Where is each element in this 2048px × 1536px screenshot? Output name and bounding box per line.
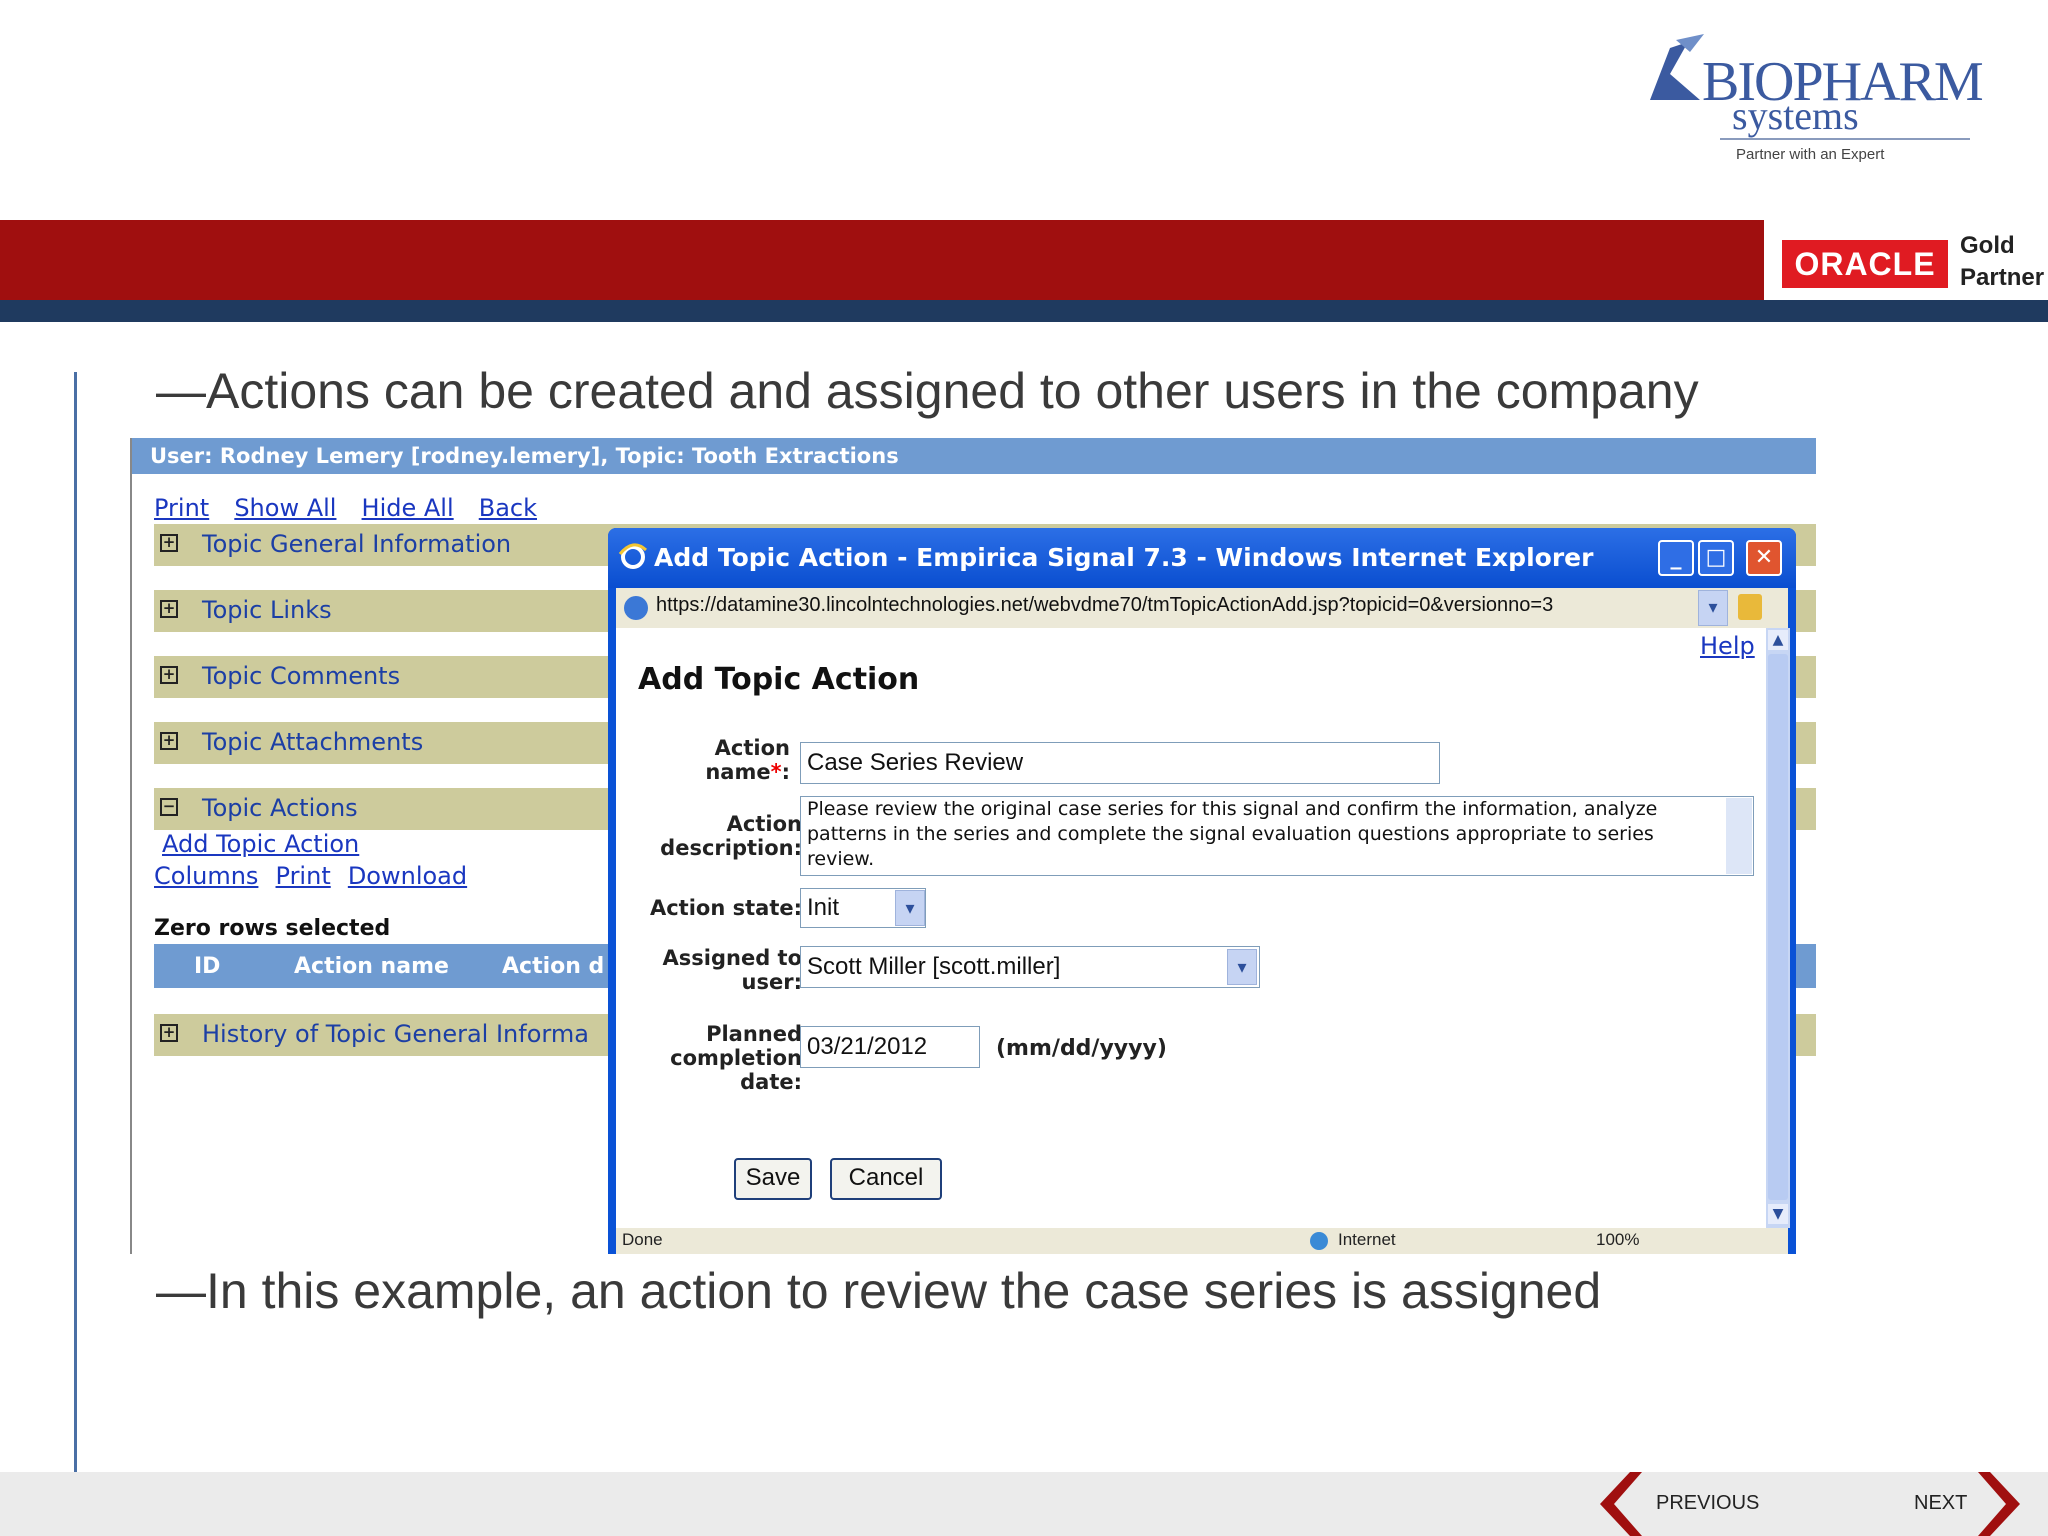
close-button[interactable]: ✕: [1746, 540, 1782, 576]
plus-box-icon[interactable]: +: [160, 1024, 178, 1042]
ie-popup-window: Add Topic Action - Empirica Signal 7.3 -…: [608, 528, 1796, 1254]
dialog-vertical-scrollbar[interactable]: ▲ ▼: [1766, 628, 1790, 1228]
minimize-button[interactable]: _: [1658, 540, 1694, 576]
section-label: Topic Comments: [202, 662, 401, 690]
next-button[interactable]: NEXT: [1914, 1492, 1967, 1515]
show-all-link[interactable]: Show All: [234, 494, 336, 522]
url-text[interactable]: https://datamine30.lincolntechnologies.n…: [656, 594, 1553, 617]
add-topic-action-link[interactable]: Add Topic Action: [162, 830, 359, 858]
chevron-down-icon[interactable]: ▾: [895, 890, 925, 926]
save-button[interactable]: Save: [734, 1158, 812, 1200]
planned-date-input[interactable]: 03/21/2012: [800, 1026, 980, 1068]
description-scrollbar[interactable]: [1726, 798, 1752, 874]
ie-status-bar: Done Internet 100%: [616, 1228, 1788, 1254]
description-label-line1: Action: [726, 812, 802, 836]
slide-bullet-1: —Actions can be created and assigned to …: [156, 363, 1699, 419]
plus-box-icon[interactable]: +: [160, 732, 178, 750]
help-link[interactable]: Help: [1700, 632, 1755, 660]
rows-selected-text: Zero rows selected: [154, 916, 391, 941]
window-titlebar[interactable]: Add Topic Action - Empirica Signal 7.3 -…: [608, 528, 1796, 588]
action-state-select[interactable]: Init ▾: [800, 888, 926, 928]
download-link[interactable]: Download: [348, 862, 467, 890]
chevron-down-icon[interactable]: ▾: [1227, 949, 1257, 985]
logo-sub: systems: [1732, 93, 1859, 138]
biopharm-logo: BIOPHARM systems Partner with an Expert: [1640, 30, 1984, 170]
oracle-logo: ORACLE: [1782, 240, 1948, 288]
previous-arrow-icon[interactable]: [1586, 1472, 1642, 1536]
dialog-heading: Add Topic Action: [638, 662, 920, 697]
dialog-content: Help Add Topic Action Action name*: Case…: [616, 628, 1766, 1228]
url-dropdown-icon[interactable]: ▾: [1698, 590, 1728, 626]
left-rule: [74, 372, 77, 1536]
scroll-down-icon[interactable]: ▼: [1768, 1204, 1788, 1224]
action-name-label-line2: name: [705, 760, 771, 784]
slide-bullet-2: —In this example, an action to review th…: [156, 1263, 1602, 1319]
action-name-label-line1: Action: [714, 736, 790, 760]
header-red-band: [0, 220, 1764, 300]
assigned-user-value: Scott Miller [scott.miller]: [807, 953, 1061, 980]
previous-button[interactable]: PREVIOUS: [1656, 1492, 1759, 1515]
zoom-level[interactable]: 100%: [1596, 1230, 1639, 1250]
print-link[interactable]: Print: [276, 862, 331, 890]
column-id[interactable]: ID: [194, 954, 220, 979]
logo-tagline: Partner with an Expert: [1736, 146, 1885, 163]
address-bar: https://datamine30.lincolntechnologies.n…: [616, 588, 1788, 628]
action-state-label: Action state:: [649, 896, 802, 920]
page-icon: [624, 596, 648, 620]
column-action-name[interactable]: Action name: [294, 954, 449, 979]
logo-divider: [1720, 138, 1970, 140]
required-marker: *: [770, 760, 782, 784]
cancel-button[interactable]: Cancel: [830, 1158, 942, 1200]
app-user-topic-header: User: Rodney Lemery [rodney.lemery], Top…: [132, 438, 1816, 474]
columns-link[interactable]: Columns: [154, 862, 258, 890]
app-toolbar-links: Print Show All Hide All Back: [154, 494, 537, 524]
minus-box-icon[interactable]: −: [160, 798, 178, 816]
status-text: Done: [622, 1230, 663, 1249]
hide-all-link[interactable]: Hide All: [362, 494, 454, 522]
partner-label: Partner: [1960, 264, 2045, 291]
section-label: Topic Attachments: [202, 728, 424, 756]
ie-logo-icon: [618, 543, 648, 569]
window-title: Add Topic Action - Empirica Signal 7.3 -…: [654, 543, 1594, 572]
maximize-button[interactable]: □: [1698, 540, 1734, 576]
plus-box-icon[interactable]: +: [160, 666, 178, 684]
footer-bar: PREVIOUS NEXT: [0, 1472, 2048, 1536]
scroll-thumb[interactable]: [1768, 654, 1788, 1200]
assigned-to-label-line1: Assigned to: [662, 946, 802, 970]
planned-label-line2: completion: [670, 1046, 802, 1070]
action-name-label: name*:: [705, 760, 790, 784]
scroll-up-icon[interactable]: ▲: [1768, 630, 1788, 650]
planned-label-line3: date:: [740, 1070, 802, 1094]
header-navy-band: [0, 300, 2048, 322]
topic-actions-sublinks: Columns Print Download: [154, 862, 467, 890]
section-label: Topic Links: [202, 596, 332, 624]
section-label: History of Topic General Informa: [202, 1020, 589, 1048]
zone-text: Internet: [1338, 1230, 1396, 1249]
section-label: Topic Actions: [202, 794, 358, 822]
print-link[interactable]: Print: [154, 494, 209, 522]
assigned-user-select[interactable]: Scott Miller [scott.miller] ▾: [800, 946, 1260, 988]
lock-icon: [1738, 594, 1762, 620]
planned-label-line1: Planned: [706, 1022, 802, 1046]
assigned-to-label-line2: user:: [741, 970, 802, 994]
globe-icon: [1310, 1232, 1328, 1250]
description-textarea[interactable]: Please review the original case series f…: [800, 796, 1754, 876]
next-arrow-icon[interactable]: [1978, 1472, 2034, 1536]
column-action-description[interactable]: Action d: [502, 954, 604, 979]
action-state-value: Init: [807, 894, 840, 921]
plus-box-icon[interactable]: +: [160, 600, 178, 618]
action-name-input[interactable]: Case Series Review: [800, 742, 1440, 784]
plus-box-icon[interactable]: +: [160, 534, 178, 552]
description-label-line2: description:: [660, 836, 802, 860]
partner-level: Gold: [1960, 232, 2015, 259]
date-format-hint: (mm/dd/yyyy): [996, 1036, 1167, 1061]
back-link[interactable]: Back: [479, 494, 537, 522]
section-label: Topic General Information: [202, 530, 512, 558]
biopharm-logo-mark-icon: [1650, 34, 1704, 100]
